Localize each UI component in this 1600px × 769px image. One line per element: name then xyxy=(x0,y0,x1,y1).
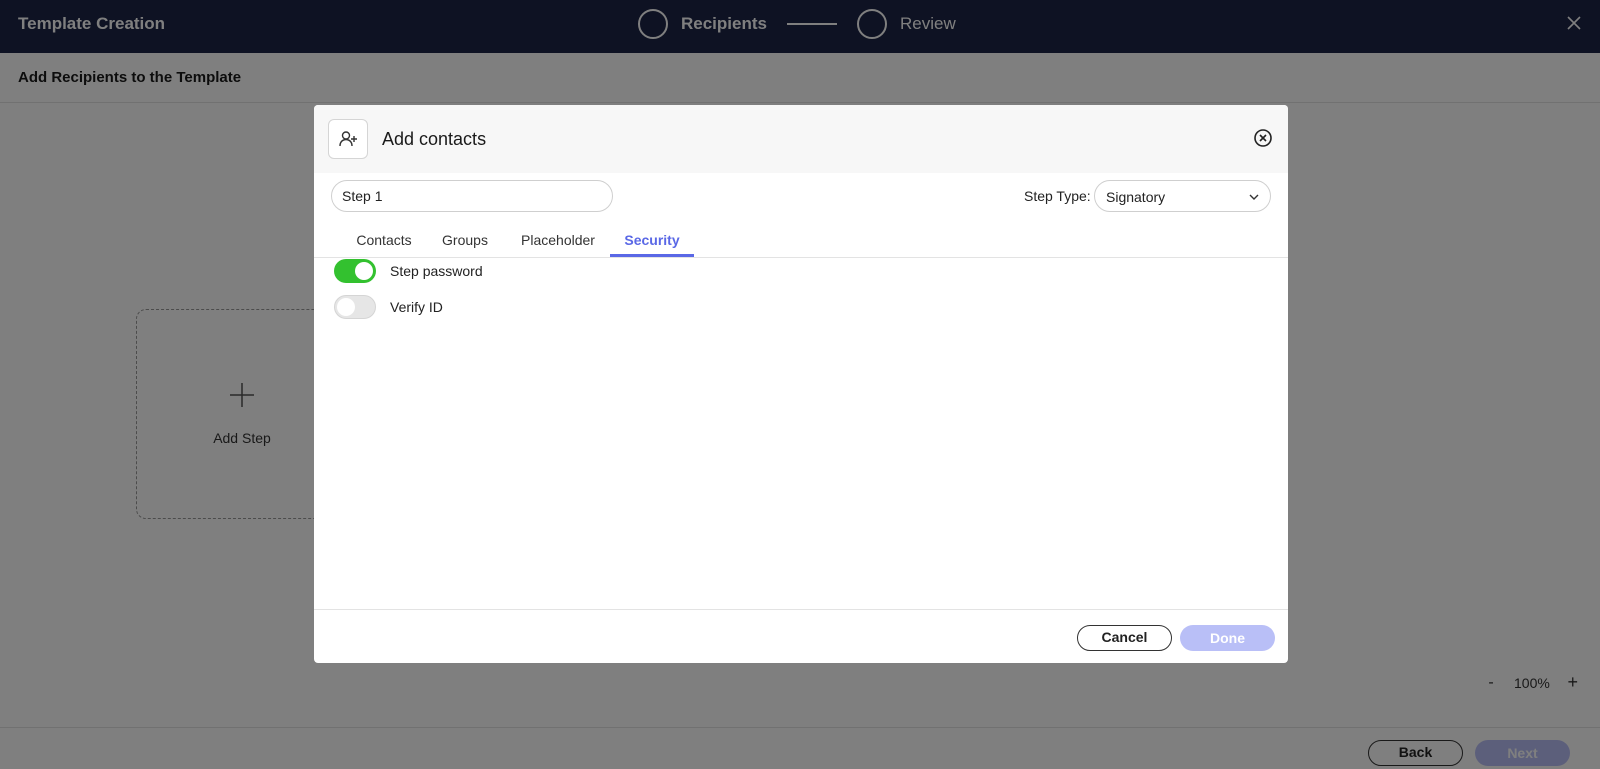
step-password-row: Step password xyxy=(334,259,483,283)
modal-title: Add contacts xyxy=(382,129,487,149)
tab-security[interactable]: Security xyxy=(610,223,694,257)
toggle-knob xyxy=(355,262,373,280)
modal-divider xyxy=(314,609,1288,610)
done-button[interactable]: Done xyxy=(1180,625,1275,651)
close-circle-icon[interactable] xyxy=(1253,128,1273,148)
tab-groups[interactable]: Groups xyxy=(432,223,498,257)
tab-placeholder[interactable]: Placeholder xyxy=(510,223,606,257)
modal-header: Add contacts xyxy=(314,105,1288,173)
step-password-toggle[interactable] xyxy=(334,259,376,283)
add-user-icon xyxy=(339,131,357,147)
tab-contacts[interactable]: Contacts xyxy=(338,223,430,257)
tab-bar: Contacts Groups Placeholder Security xyxy=(314,223,1288,258)
step-name-input[interactable] xyxy=(331,180,613,212)
cancel-button[interactable]: Cancel xyxy=(1077,625,1172,651)
step-type-select[interactable]: Signatory xyxy=(1094,180,1271,212)
chevron-down-icon xyxy=(1249,194,1259,200)
verify-id-toggle[interactable] xyxy=(334,295,376,319)
verify-id-label: Verify ID xyxy=(390,299,443,315)
step-password-label: Step password xyxy=(390,263,483,279)
step-type-label: Step Type: xyxy=(1024,188,1091,204)
verify-id-row: Verify ID xyxy=(334,295,443,319)
add-contacts-modal: Add contacts Step Type: Signatory Contac… xyxy=(314,105,1288,663)
toggle-knob xyxy=(337,298,355,316)
modal-icon-container xyxy=(328,119,368,159)
step-type-value: Signatory xyxy=(1106,189,1166,205)
